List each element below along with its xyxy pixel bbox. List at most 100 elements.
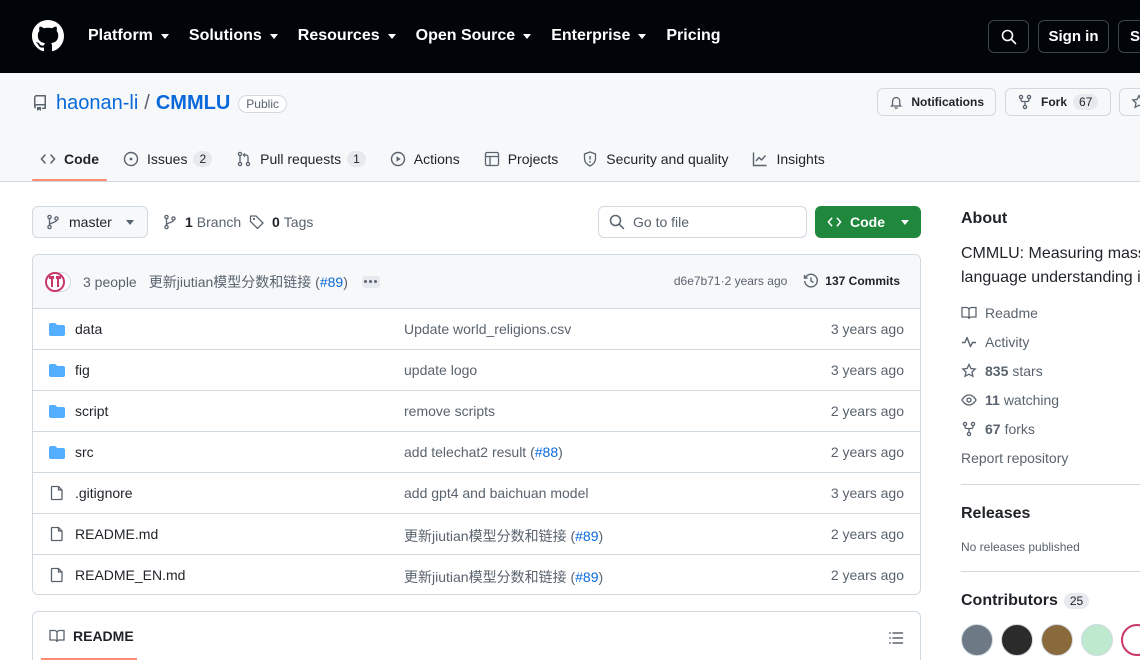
- tab-issues-label: Issues: [147, 151, 188, 167]
- report-repository-link[interactable]: Report repository: [961, 450, 1068, 466]
- file-age: 2 years ago: [830, 567, 904, 583]
- file-name[interactable]: src: [75, 444, 94, 460]
- commit-meta: d6e7b71 · 2 years ago 137 Commits: [674, 273, 900, 289]
- avatar[interactable]: [1121, 624, 1140, 656]
- file-row-readme-en[interactable]: README_EN.md 更新jiutian模型分数和链接 (#89) 2 ye…: [33, 555, 920, 594]
- star-button[interactable]: [1119, 88, 1140, 116]
- branch-icon: [164, 214, 176, 230]
- file-age: 2 years ago: [830, 444, 904, 460]
- repo-name-link[interactable]: CMMLU: [156, 92, 230, 115]
- branches-link[interactable]: 1 Branch: [162, 214, 241, 230]
- nav-pricing[interactable]: Pricing: [666, 24, 720, 48]
- file-commit-pr-link[interactable]: #88: [535, 444, 558, 460]
- file-row-fig[interactable]: fig update logo 3 years ago: [33, 350, 920, 391]
- activity-link[interactable]: Activity: [961, 334, 1029, 350]
- commit-sha-link[interactable]: d6e7b71: [674, 274, 721, 288]
- notifications-label: Notifications: [911, 95, 984, 109]
- file-commit-message[interactable]: add telechat2 result (#88): [404, 444, 563, 460]
- file-name[interactable]: README_EN.md: [75, 567, 185, 583]
- expand-commit-button[interactable]: [361, 275, 380, 288]
- file-commit-message[interactable]: remove scripts: [404, 403, 495, 419]
- forks-link[interactable]: 67 forks: [961, 421, 1035, 437]
- tab-issues-count: 2: [193, 151, 213, 167]
- file-row-src[interactable]: src add telechat2 result (#88) 2 years a…: [33, 432, 920, 473]
- file-commit-pr-link[interactable]: #89: [575, 569, 598, 585]
- avatar[interactable]: [1041, 624, 1073, 656]
- nav-platform[interactable]: Platform: [88, 24, 169, 48]
- tab-issues[interactable]: Issues 2: [115, 141, 220, 177]
- file-commit-message[interactable]: update logo: [404, 362, 477, 378]
- stars-word: stars: [1012, 363, 1043, 379]
- tab-pull-requests[interactable]: Pull requests 1: [228, 141, 374, 177]
- file-row-script[interactable]: script remove scripts 2 years ago: [33, 391, 920, 432]
- commit-count: 137 Commits: [825, 274, 900, 288]
- stars-link[interactable]: 835 stars: [961, 363, 1043, 379]
- avatar[interactable]: [961, 624, 993, 656]
- avatar-pattern-icon: [49, 275, 61, 287]
- file-commit-message[interactable]: Update world_religions.csv: [404, 321, 571, 337]
- search-button[interactable]: [988, 20, 1029, 53]
- readme-tab[interactable]: README: [49, 628, 134, 644]
- file-age: 2 years ago: [830, 526, 904, 542]
- commits-history-link[interactable]: 137 Commits: [803, 273, 900, 289]
- tags-link[interactable]: 0 Tags: [249, 214, 313, 230]
- file-commit-message[interactable]: add gpt4 and baichuan model: [404, 485, 588, 501]
- search-icon: [609, 214, 625, 230]
- graph-icon: [753, 152, 767, 167]
- avatar[interactable]: [1001, 624, 1033, 656]
- code-dropdown-button[interactable]: Code: [815, 206, 921, 238]
- file-commit-message[interactable]: 更新jiutian模型分数和链接 (#89): [404, 526, 603, 546]
- pulse-icon: [962, 336, 976, 348]
- sign-up-button[interactable]: Si: [1118, 20, 1140, 53]
- file-name[interactable]: script: [75, 403, 108, 419]
- sign-in-button[interactable]: Sign in: [1038, 20, 1109, 53]
- commit-pr-link[interactable]: #89: [320, 274, 343, 290]
- file-row-readme[interactable]: README.md 更新jiutian模型分数和链接 (#89) 2 years…: [33, 514, 920, 555]
- watching-word: watching: [1003, 392, 1060, 408]
- go-to-file-input[interactable]: Go to file: [598, 206, 807, 238]
- nav-solutions[interactable]: Solutions: [189, 24, 278, 48]
- pull-request-icon: [237, 151, 251, 167]
- file-commit-message[interactable]: 更新jiutian模型分数和链接 (#89): [404, 567, 603, 587]
- releases-heading[interactable]: Releases: [961, 505, 1030, 523]
- nav-enterprise[interactable]: Enterprise: [551, 24, 647, 48]
- commit-authors[interactable]: 3 people: [83, 274, 137, 290]
- file-commit-pr-link[interactable]: #89: [575, 528, 598, 544]
- nav-platform-label: Platform: [88, 27, 153, 44]
- forks-word: forks: [1004, 421, 1035, 437]
- tab-actions[interactable]: Actions: [382, 141, 468, 177]
- tab-security[interactable]: Security and quality: [574, 141, 736, 177]
- file-name[interactable]: fig: [75, 362, 90, 378]
- file-name[interactable]: data: [75, 321, 102, 337]
- file-row-data[interactable]: data Update world_religions.csv 3 years …: [33, 309, 920, 350]
- watching-link[interactable]: 11 watching: [961, 392, 1059, 408]
- commit-message[interactable]: 更新jiutian模型分数和链接 (#89): [149, 272, 348, 292]
- nav-resources[interactable]: Resources: [298, 24, 396, 48]
- folder-icon: [49, 405, 65, 418]
- readme-link[interactable]: Readme: [961, 305, 1038, 321]
- list-icon[interactable]: [888, 630, 904, 646]
- fork-count: 67: [1073, 94, 1099, 110]
- tab-insights-label: Insights: [776, 151, 825, 167]
- releases-empty-text: No releases published: [961, 540, 1080, 554]
- avatar[interactable]: [1081, 624, 1113, 656]
- github-logo-icon[interactable]: [32, 20, 64, 52]
- watching-count: 11: [985, 392, 1000, 408]
- notifications-button[interactable]: Notifications: [877, 88, 996, 116]
- branch-selector[interactable]: master: [32, 206, 148, 238]
- fork-button[interactable]: Fork 67: [1005, 88, 1111, 116]
- code-icon: [40, 154, 56, 164]
- tab-insights[interactable]: Insights: [744, 141, 832, 177]
- commit-message-text: 更新jiutian模型分数和链接 (: [148, 273, 320, 290]
- nav-open-source[interactable]: Open Source: [416, 24, 532, 48]
- tab-code[interactable]: Code: [32, 141, 107, 181]
- repo-owner-link[interactable]: haonan-li: [56, 92, 138, 115]
- file-row-gitignore[interactable]: .gitignore add gpt4 and baichuan model 3…: [33, 473, 920, 514]
- fork-icon: [962, 421, 976, 437]
- file-name[interactable]: README.md: [75, 526, 158, 542]
- commit-avatars[interactable]: [45, 271, 79, 292]
- file-name[interactable]: .gitignore: [75, 485, 133, 501]
- file-age: 3 years ago: [830, 485, 904, 501]
- tab-projects[interactable]: Projects: [476, 141, 567, 177]
- contributors-heading[interactable]: Contributors 25: [961, 592, 1090, 610]
